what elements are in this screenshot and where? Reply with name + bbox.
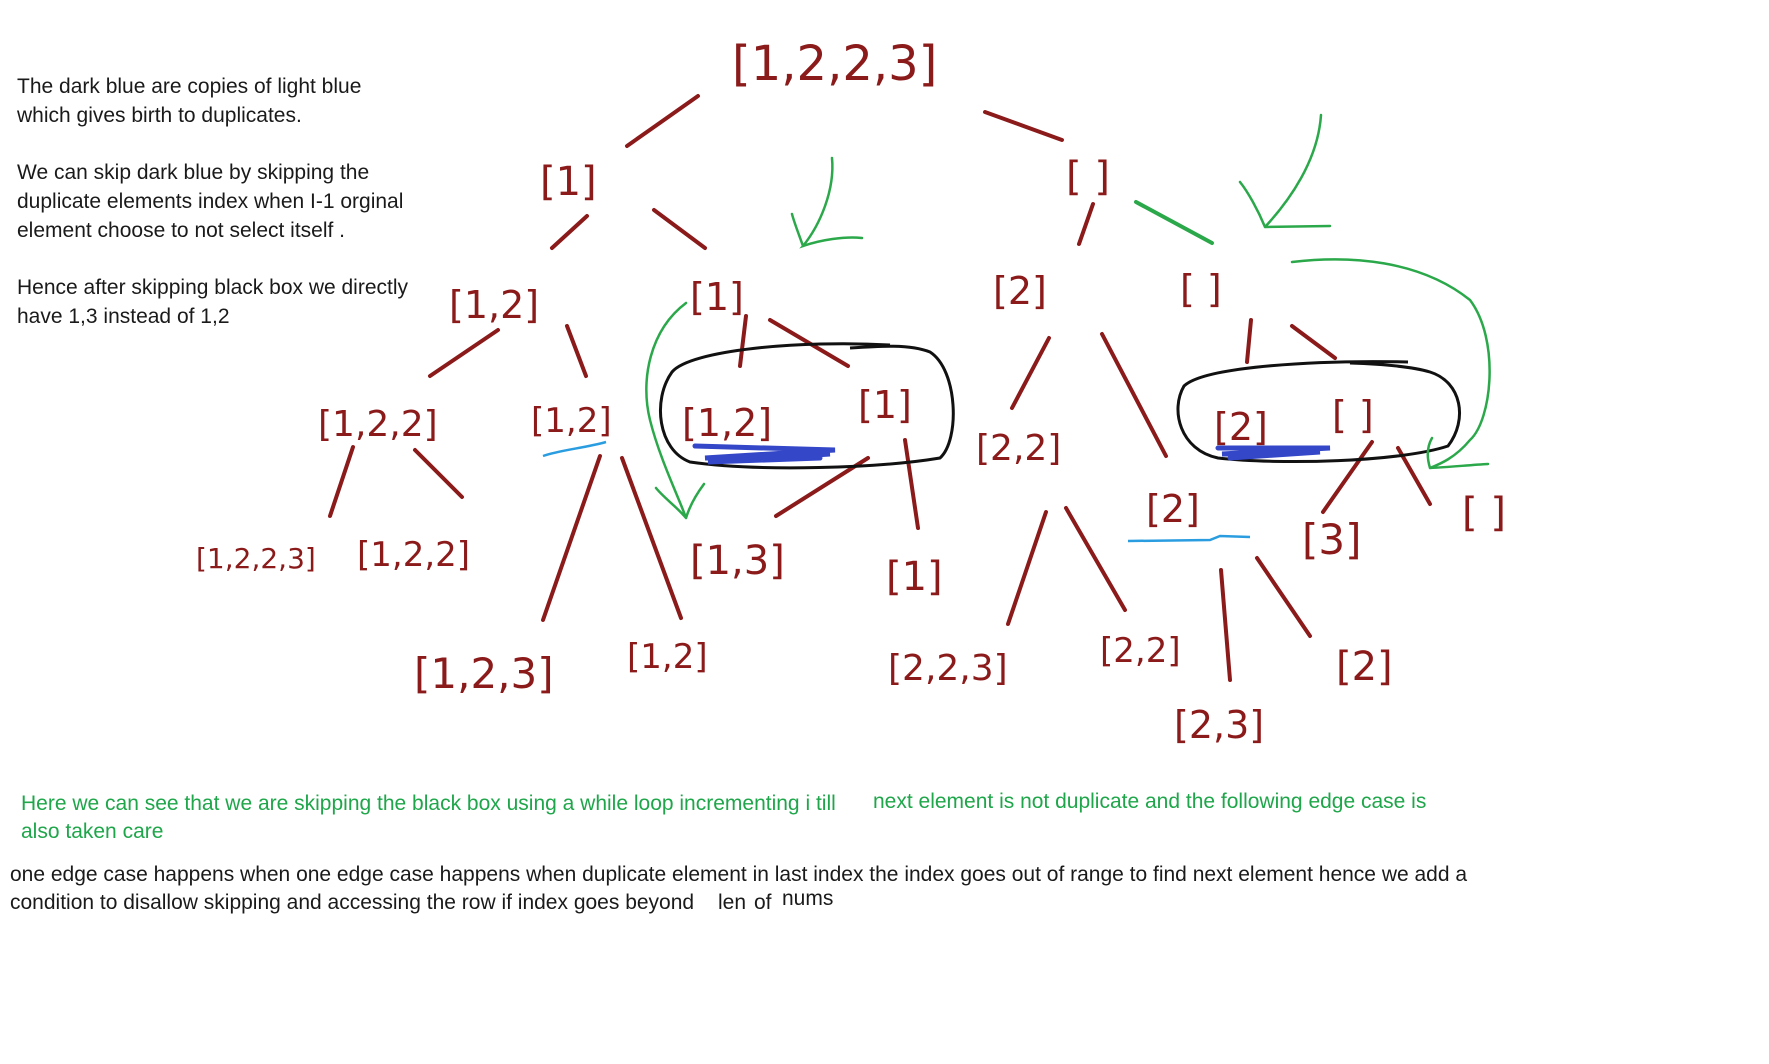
edge-2b-23 (1219, 568, 1232, 682)
edge-2-22 (1010, 336, 1051, 410)
node-23: [2,3] (1174, 703, 1264, 747)
dark-blue-scribble-right (1215, 445, 1331, 461)
edge-1-1b (652, 208, 707, 250)
node-1b: [1] (690, 275, 744, 319)
edge-12-12b (565, 324, 588, 378)
node-2c: [2] (1214, 405, 1268, 449)
edge-2b-2d (1255, 556, 1312, 638)
node-2: [2] (993, 269, 1047, 313)
edge-emptyb-emptyc (1290, 324, 1337, 360)
node-empty-c: [ ] (1332, 393, 1374, 437)
edge-root-right (983, 110, 1064, 142)
node-12d: [1,2] (627, 637, 708, 677)
node-empty-a: [ ] (1066, 154, 1110, 200)
green-arrow-1-head (790, 212, 805, 248)
node-223: [2,2,3] (888, 648, 1008, 689)
recursion-tree-diagram: [1,2,2,3] [1] [ ] [1,2] [1] [2] [ ] [1,2… (196, 36, 1506, 747)
node-13: [1,3] (690, 538, 785, 584)
node-1223: [1,2,2,3] (196, 542, 316, 575)
edge-1c-1d (903, 438, 920, 530)
light-blue-underline-right (1127, 534, 1251, 543)
edge-root-left (625, 94, 700, 148)
green-arrow-2 (1238, 113, 1332, 229)
node-2d: [2] (1336, 644, 1393, 690)
edge-empty-2 (1077, 202, 1095, 246)
edge-emptyb-2c (1245, 318, 1253, 364)
edge-22-22b (1064, 506, 1127, 612)
edge-1-12 (550, 214, 589, 250)
edge-2-2b (1100, 332, 1168, 458)
node-22b: [2,2] (1100, 631, 1181, 671)
node-3: [3] (1302, 515, 1362, 564)
node-12: [1,2] (449, 283, 539, 327)
edge-12b-123 (541, 454, 602, 622)
edge-22-223 (1006, 510, 1048, 626)
green-arrow-1 (799, 156, 864, 249)
edge-emptyc-3 (1321, 440, 1374, 514)
edge-empty-empty (1134, 200, 1214, 245)
node-2b: [2] (1146, 487, 1200, 531)
node-123: [1,2,3] (414, 649, 554, 698)
node-12b: [1,2] (531, 401, 612, 441)
node-empty-b: [ ] (1180, 267, 1222, 311)
edge-1b-12c (738, 314, 748, 368)
node-root: [1,2,2,3] (732, 36, 937, 92)
dark-blue-scribble-left (692, 443, 836, 465)
tree-nodes: [1,2,2,3] [1] [ ] [1,2] [1] [2] [ ] [1,2… (196, 36, 1506, 747)
node-empty-d: [ ] (1462, 490, 1506, 536)
node-12c: [1,2] (682, 401, 772, 445)
node-1: [1] (540, 159, 597, 205)
node-1d: [1] (886, 554, 943, 600)
node-1c: [1] (858, 383, 912, 427)
edge-12-122 (428, 328, 500, 378)
edge-122-122b (413, 448, 464, 499)
edge-122-1223 (328, 445, 355, 518)
node-122b: [1,2,2] (357, 535, 470, 575)
node-122: [1,2,2] (318, 404, 438, 445)
node-22: [2,2] (976, 428, 1061, 469)
light-blue-underline-left (542, 440, 607, 458)
